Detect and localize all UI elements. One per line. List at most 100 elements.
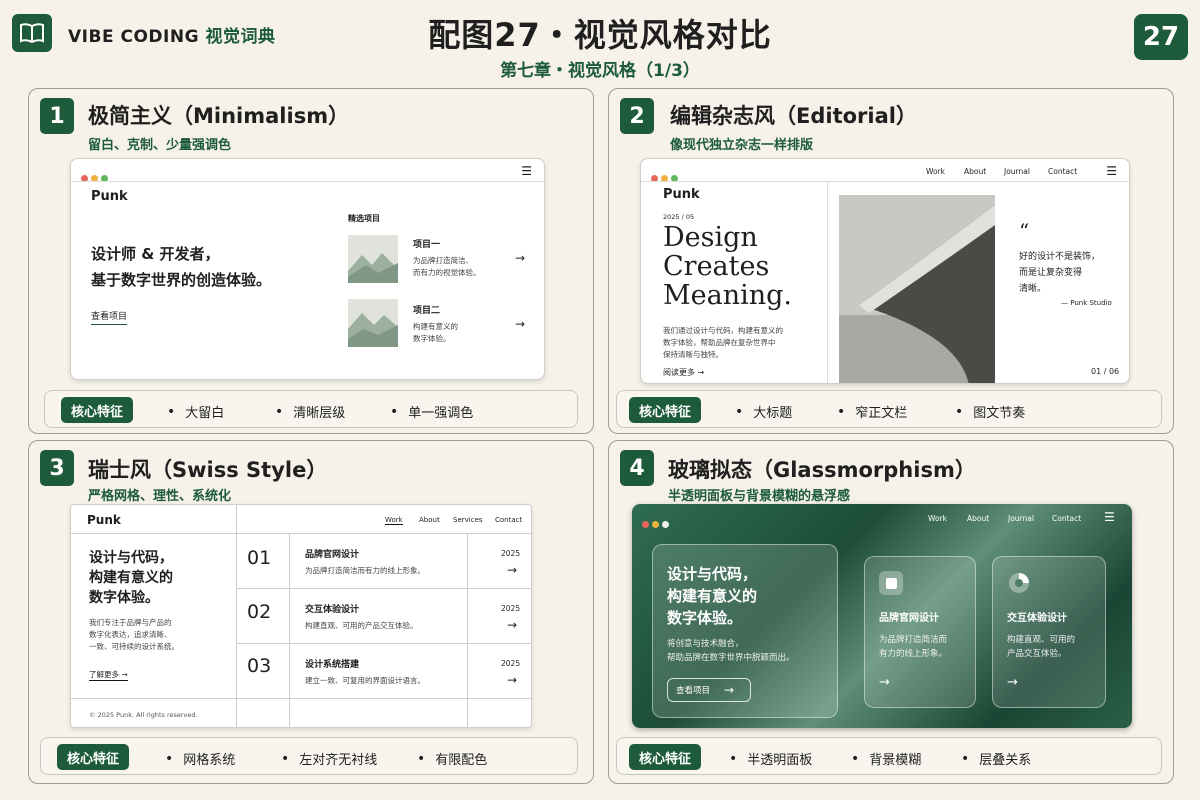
nav-work[interactable]: Work — [926, 167, 945, 176]
arrow-right-icon: → — [879, 675, 890, 690]
learn-more-link[interactable]: 了解更多 → — [89, 669, 128, 681]
row-number: 01 — [247, 547, 272, 569]
arrow-right-icon[interactable]: → — [507, 673, 517, 687]
feature-chip: 核心特征 — [61, 397, 134, 423]
glass-headline: 数字体验。 — [667, 609, 743, 627]
mountain-image — [348, 299, 398, 347]
feature-bar: 核心特征 半透明面板 背景模糊 层叠关系 — [616, 737, 1162, 775]
feature-item: 大留白 — [167, 402, 224, 421]
glass-service-card[interactable]: 交互体验设计 构建直观、可用的 产品交互体验。 → — [992, 556, 1106, 708]
nav-journal[interactable]: Journal — [1004, 167, 1030, 176]
mock-headline-1: 设计师 & 开发者， — [91, 245, 220, 263]
arrow-right-icon[interactable]: → — [507, 563, 517, 577]
nav-journal[interactable]: Journal — [1008, 514, 1034, 523]
row-title: 交互体验设计 — [305, 605, 360, 615]
headline-creates: Creates — [663, 251, 770, 282]
nav-contact[interactable]: Contact — [1048, 167, 1077, 176]
panel-title: 极简主义（Minimalism） — [88, 104, 350, 128]
section-title: 精选项目 — [348, 214, 380, 223]
card-desc: 为品牌打造简洁而 — [879, 635, 948, 645]
row-desc: 构建直观、可用的产品交互体验。 — [305, 621, 418, 630]
feature-item: 有限配色 — [417, 749, 487, 768]
panel-title: 玻璃拟态（Glassmorphism） — [668, 458, 976, 482]
menu-icon[interactable]: ☰ — [1106, 164, 1117, 178]
glass-service-card[interactable]: 品牌官网设计 为品牌打造简洁而 有力的线上形象。 → — [864, 556, 976, 708]
project-title: 项目一 — [413, 240, 441, 250]
panel-subtitle: 严格网格、理性、系统化 — [88, 489, 232, 504]
footer-copyright: © 2025 Punk. All rights reserved. — [89, 711, 198, 719]
view-projects-link[interactable]: 查看项目 — [91, 309, 128, 325]
arrow-right-icon: → — [1007, 675, 1018, 690]
row-number: 03 — [247, 655, 272, 677]
swiss-headline: 构建有意义的 — [89, 570, 173, 586]
swiss-mockup: Punk Work About Services Contact 设计与代码， … — [70, 504, 532, 728]
card-title: 交互体验设计 — [1007, 613, 1067, 624]
feature-bar: 核心特征 网格系统 左对齐无衬线 有限配色 — [40, 737, 578, 775]
panel-subtitle: 半透明面板与背景模糊的悬浮感 — [668, 489, 851, 504]
quote-author: — Punk Studio — [1061, 299, 1112, 307]
nav-about[interactable]: About — [419, 516, 440, 524]
headline-meaning: Meaning. — [663, 280, 793, 311]
feature-item: 大标题 — [735, 402, 792, 421]
panel-number: 3 — [40, 450, 74, 486]
glass-headline: 设计与代码， — [667, 565, 758, 583]
read-more-label: 阅读更多 — [663, 368, 695, 377]
project-desc: 而有力的视觉体验。 — [413, 268, 481, 277]
panel-title: 瑞士风（Swiss Style） — [88, 458, 328, 482]
panel-title: 编辑杂志风（Editorial） — [670, 104, 917, 128]
row-number: 02 — [247, 601, 272, 623]
headline-design: Design — [663, 222, 758, 253]
view-projects-button[interactable]: 查看项目 → — [667, 678, 751, 702]
card-desc: 构建直观、可用的 — [1007, 635, 1076, 645]
body-text: 保持清晰与独特。 — [663, 350, 723, 359]
glass-headline: 构建有意义的 — [667, 587, 758, 605]
square-icon — [879, 571, 903, 595]
nav-work[interactable]: Work — [928, 514, 947, 523]
feature-item: 左对齐无衬线 — [281, 749, 377, 768]
quote-text: 好的设计不是装饰， — [1019, 252, 1101, 262]
mock-brand: Punk — [87, 513, 121, 527]
nav-about[interactable]: About — [964, 167, 986, 176]
nav-work[interactable]: Work — [385, 516, 403, 525]
page-number-badge: 27 — [1134, 14, 1188, 60]
menu-icon[interactable]: ☰ — [521, 164, 532, 178]
read-more-link[interactable]: 阅读更多 → — [663, 367, 704, 378]
body-text: 数字体验，帮助品牌在复杂世界中 — [663, 338, 776, 347]
feature-chip: 核心特征 — [57, 744, 130, 770]
nav-contact[interactable]: Contact — [495, 516, 522, 524]
arrow-right-icon[interactable]: → — [515, 251, 525, 265]
quote-text: 清晰。 — [1019, 284, 1047, 294]
row-year: 2025 — [501, 659, 521, 668]
body-text: 一致、可持续的设计系统。 — [89, 642, 179, 651]
page-subtitle: 第七章・视觉风格（1/3） — [500, 61, 700, 81]
project-desc: 为品牌打造简洁、 — [413, 256, 473, 265]
panel-number: 1 — [40, 98, 74, 134]
mock-brand: Punk — [663, 187, 700, 202]
card-desc: 产品交互体验。 — [1007, 649, 1067, 659]
pager: 01 / 06 — [1091, 367, 1120, 376]
nav-services[interactable]: Services — [453, 516, 483, 524]
panel-subtitle: 留白、克制、少量强调色 — [88, 138, 232, 153]
arrow-right-icon[interactable]: → — [515, 317, 525, 331]
mountain-image — [348, 235, 398, 283]
body-text: 数字化表达，追求清晰、 — [89, 630, 172, 639]
row-desc: 建立一致、可复用的界面设计语言。 — [305, 676, 425, 685]
feature-chip: 核心特征 — [629, 397, 702, 423]
body-text: 帮助品牌在数字世界中脱颖而出。 — [667, 653, 795, 663]
quote-text: 而是让复杂变得 — [1019, 268, 1083, 278]
nav-contact[interactable]: Contact — [1052, 514, 1081, 523]
mock-headline-2: 基于数字世界的创造体验。 — [91, 271, 272, 289]
feature-item: 背景模糊 — [851, 749, 921, 768]
feature-item: 图文节奏 — [955, 402, 1025, 421]
card-desc: 有力的线上形象。 — [879, 649, 948, 659]
editorial-mockup: Work About Journal Contact ☰ Punk 2025 /… — [640, 158, 1130, 384]
arrow-right-icon[interactable]: → — [507, 618, 517, 632]
project-desc: 数字体验。 — [413, 334, 451, 343]
nav-about[interactable]: About — [967, 514, 989, 523]
menu-icon[interactable]: ☰ — [1104, 510, 1115, 524]
quote-mark-icon: “ — [1019, 219, 1030, 243]
row-desc: 为品牌打造简洁而有力的线上形象。 — [305, 566, 425, 575]
swiss-headline: 数字体验。 — [89, 590, 159, 606]
feature-item: 网格系统 — [165, 749, 235, 768]
feature-item: 清晰层级 — [275, 402, 345, 421]
